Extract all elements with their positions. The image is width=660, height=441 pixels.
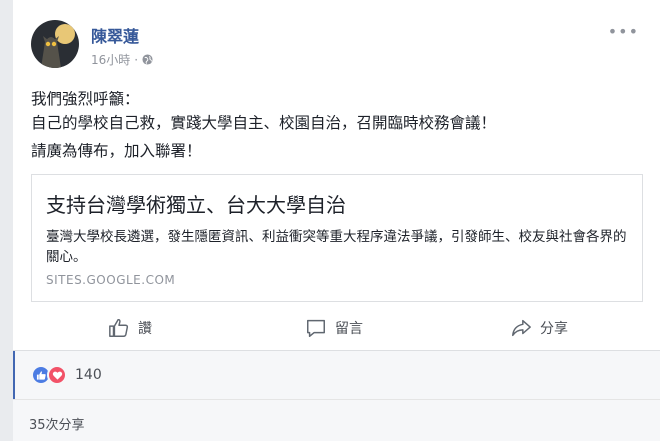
post-body-line: 請廣為傳布，加入聯署！ — [31, 142, 202, 160]
meta-separator: · — [134, 52, 139, 67]
reactions-bar[interactable]: 140 — [13, 351, 660, 399]
comment-button[interactable]: 留言 — [305, 310, 363, 346]
more-options-icon[interactable]: ••• — [608, 22, 639, 41]
love-reaction-icon — [47, 365, 67, 385]
like-label: 讚 — [138, 321, 152, 337]
post-body-line: 自己的學校自己救，實踐大學自主、校園自治，召開臨時校務會議！ — [31, 114, 497, 132]
globe-icon[interactable] — [142, 54, 153, 65]
comment-icon — [307, 319, 325, 337]
post-body-line: 我們強烈呼籲： — [31, 90, 140, 108]
reaction-icons[interactable] — [31, 365, 67, 385]
shares-bar: 35次分享 — [13, 400, 660, 441]
post-body: 我們強烈呼籲： 自己的學校自己救，實踐大學自主、校園自治，召開臨時校務會議！ 請… — [31, 87, 651, 167]
like-button[interactable]: 讚 — [108, 310, 152, 346]
action-bar: 讚 留言 分享 — [13, 310, 660, 346]
share-count[interactable]: 35次分享 — [29, 414, 85, 433]
reaction-count[interactable]: 140 — [75, 367, 102, 383]
share-button[interactable]: 分享 — [510, 310, 568, 346]
avatar[interactable] — [31, 20, 79, 68]
post-time[interactable]: 16小時 — [91, 51, 130, 68]
link-preview[interactable]: 支持台灣學術獨立、台大大學自治 臺灣大學校長遴選，發生隱匿資訊、利益衝突等重大程… — [31, 174, 643, 302]
post-card: 陳翠蓮 16小時 · ••• 我們強烈呼籲： 自己的學校自己救，實踐大學自主、校… — [13, 0, 660, 441]
link-description: 臺灣大學校長遴選，發生隱匿資訊、利益衝突等重大程序違法爭議，引發師生、校友與社會… — [46, 229, 627, 265]
comment-label: 留言 — [335, 321, 363, 337]
share-label: 分享 — [540, 321, 568, 337]
link-domain: SITES.GOOGLE.COM — [46, 273, 176, 287]
link-title[interactable]: 支持台灣學術獨立、台大大學自治 — [46, 189, 346, 218]
thumbs-up-icon — [109, 318, 129, 337]
post-header: 陳翠蓮 16小時 · ••• — [31, 20, 651, 70]
share-icon — [512, 319, 531, 337]
post-meta: 16小時 · — [91, 51, 153, 68]
author-name[interactable]: 陳翠蓮 — [91, 23, 139, 47]
